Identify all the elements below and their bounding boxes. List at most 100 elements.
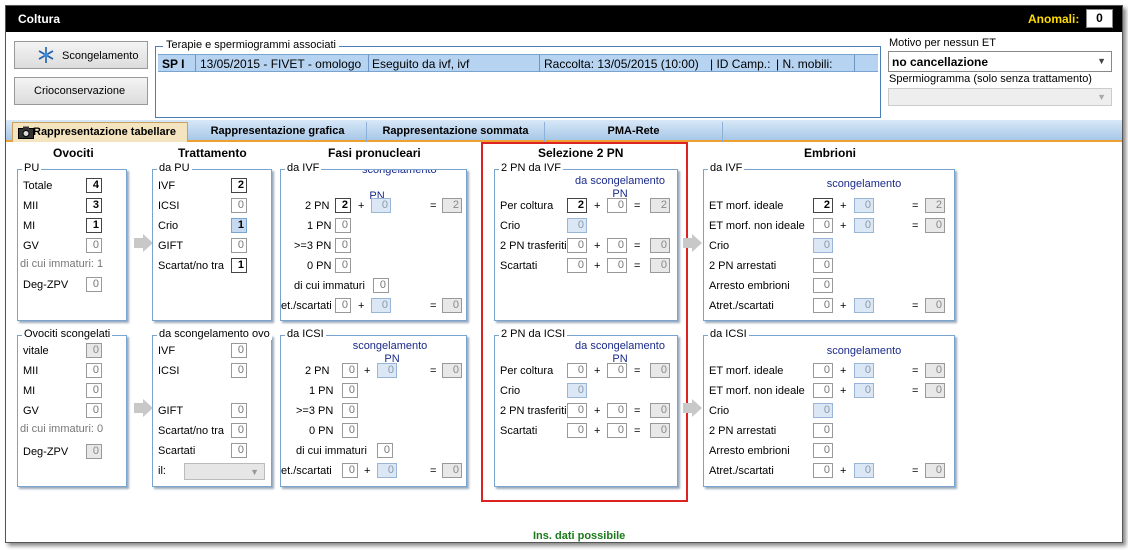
scong-mi-field[interactable]: 0 — [86, 383, 102, 398]
sel-icsi-scartati-b[interactable]: 0 — [607, 423, 627, 438]
fasi-ivf-atret-c[interactable]: 0 — [442, 298, 462, 313]
tab-sommata[interactable]: Rappresentazione sommata — [367, 122, 545, 142]
trsc-gift-field[interactable]: 0 — [231, 403, 247, 418]
fasi-ivf-sub: scongelamento — [362, 169, 437, 176]
scong-mii-field[interactable]: 0 — [86, 363, 102, 378]
pu-totale-field[interactable]: 4 — [86, 178, 102, 193]
emb-ivf-atret-b[interactable]: 0 — [854, 298, 874, 313]
fasi-ivf-3pn-a[interactable]: 0 — [335, 238, 351, 253]
emb-ivf-ideale-a[interactable]: 2 — [813, 198, 833, 213]
emb-icsi-atret-a[interactable]: 0 — [813, 463, 833, 478]
fasi-icsi-2pn-a[interactable]: 0 — [342, 363, 358, 378]
emb-icsi-ideale-b[interactable]: 0 — [854, 363, 874, 378]
trsc-scartat-field[interactable]: 0 — [231, 423, 247, 438]
motivo-select[interactable]: no cancellazione ▼ — [888, 51, 1112, 72]
fasi-icsi-0pn-a[interactable]: 0 — [342, 423, 358, 438]
sel-icsi-crio-a[interactable]: 0 — [567, 383, 587, 398]
sel-ivf-trasf-a[interactable]: 0 — [567, 238, 587, 253]
trsc-icsi-field[interactable]: 0 — [231, 363, 247, 378]
tr-icsi-field[interactable]: 0 — [231, 198, 247, 213]
trsc-il-select[interactable]: ▼ — [184, 463, 265, 480]
fasi-icsi-1pn-a[interactable]: 0 — [342, 383, 358, 398]
pu-deg-field[interactable]: 0 — [86, 277, 102, 292]
sel-ivf-crio-a[interactable]: 0 — [567, 218, 587, 233]
fasi-icsi-2pn-b[interactable]: 0 — [377, 363, 397, 378]
sel-icsi-trasf-a[interactable]: 0 — [567, 403, 587, 418]
emb-ivf-crio-a[interactable]: 0 — [813, 238, 833, 253]
sel-ivf-trasf-c[interactable]: 0 — [650, 238, 670, 253]
scong-vitale-field[interactable]: 0 — [86, 343, 102, 358]
emb-ivf-atret-c[interactable]: 0 — [925, 298, 945, 313]
trsc-ivf-field[interactable]: 0 — [231, 343, 247, 358]
pu-deg-label: Deg-ZPV — [23, 279, 69, 291]
sel-ivf-scartati-b[interactable]: 0 — [607, 258, 627, 273]
tr-scartat-field[interactable]: 1 — [231, 258, 247, 273]
sel-icsi-coltura-a[interactable]: 0 — [567, 363, 587, 378]
fasi-icsi-2pn-c[interactable]: 0 — [442, 363, 462, 378]
fasi-ivf-immaturi-field[interactable]: 0 — [373, 278, 389, 293]
scong-gv-field[interactable]: 0 — [86, 403, 102, 418]
tr-ivf-field[interactable]: 2 — [231, 178, 247, 193]
emb-ivf-nonideale-c[interactable]: 0 — [925, 218, 945, 233]
sel-icsi-trasf-b[interactable]: 0 — [607, 403, 627, 418]
pu-mi-field[interactable]: 1 — [86, 218, 102, 233]
emb-ivf-nonideale-b[interactable]: 0 — [854, 218, 874, 233]
emb-ivf-ideale-c[interactable]: 2 — [925, 198, 945, 213]
emb-icsi-ideale-a[interactable]: 0 — [813, 363, 833, 378]
sel-ivf-coltura-a[interactable]: 2 — [567, 198, 587, 213]
pu-gv-field[interactable]: 0 — [86, 238, 102, 253]
fasi-icsi-atret-c[interactable]: 0 — [442, 463, 462, 478]
fasi-icsi-3pn-label: >=3 PN — [296, 405, 334, 417]
fasi-ivf-2pn-a[interactable]: 2 — [335, 198, 351, 213]
sel-icsi-coltura-b[interactable]: 0 — [607, 363, 627, 378]
emb-ivf-arrestati-a[interactable]: 0 — [813, 258, 833, 273]
tab-grafica[interactable]: Rappresentazione grafica — [189, 122, 367, 142]
emb-ivf-atret-a[interactable]: 0 — [813, 298, 833, 313]
trsc-scartati-field[interactable]: 0 — [231, 443, 247, 458]
equals-sign: = — [912, 220, 919, 232]
emb-icsi-nonideale-b[interactable]: 0 — [854, 383, 874, 398]
pu-immaturi: di cui immaturi: 1 — [20, 258, 104, 270]
fasi-ivf-2pn-b[interactable]: 0 — [371, 198, 391, 213]
emb-icsi-atret-c[interactable]: 0 — [925, 463, 945, 478]
sel-ivf-trasf-b[interactable]: 0 — [607, 238, 627, 253]
sel-ivf-scartati-a[interactable]: 0 — [567, 258, 587, 273]
emb-ivf-arresto-a[interactable]: 0 — [813, 278, 833, 293]
sel-icsi-scartati-a[interactable]: 0 — [567, 423, 587, 438]
emb-icsi-crio-a[interactable]: 0 — [813, 403, 833, 418]
sel-ivf-scartati-c[interactable]: 0 — [650, 258, 670, 273]
sel-ivf-coltura-b[interactable]: 0 — [607, 198, 627, 213]
sel-icsi-trasf-c[interactable]: 0 — [650, 403, 670, 418]
fasi-icsi-atret-b[interactable]: 0 — [377, 463, 397, 478]
scongelamento-button[interactable]: Scongelamento — [14, 41, 148, 69]
emb-icsi-atret-b[interactable]: 0 — [854, 463, 874, 478]
tr-crio-field[interactable]: 1 — [231, 218, 247, 233]
scong-deg-field[interactable]: 0 — [86, 444, 102, 459]
tab-tabellare[interactable]: Rappresentazione tabellare — [12, 122, 188, 142]
emb-icsi-arresto-a[interactable]: 0 — [813, 443, 833, 458]
pu-mii-field[interactable]: 3 — [86, 198, 102, 213]
emb-ivf-nonideale-a[interactable]: 0 — [813, 218, 833, 233]
sel-icsi-scartati-c[interactable]: 0 — [650, 423, 670, 438]
tr-gift-field[interactable]: 0 — [231, 238, 247, 253]
crioconservazione-button[interactable]: Crioconservazione — [14, 77, 148, 105]
sel-icsi-coltura-c[interactable]: 0 — [650, 363, 670, 378]
spermiogramma-select[interactable]: ▼ — [888, 88, 1112, 106]
fasi-ivf-atret-b[interactable]: 0 — [371, 298, 391, 313]
emb-icsi-ideale-c[interactable]: 0 — [925, 363, 945, 378]
fasi-ivf-1pn-a[interactable]: 0 — [335, 218, 351, 233]
anomali-value[interactable]: 0 — [1086, 9, 1113, 28]
associati-row[interactable]: SP I 13/05/2015 - FIVET - omologo Esegui… — [158, 54, 878, 72]
emb-icsi-arrestati-a[interactable]: 0 — [813, 423, 833, 438]
emb-icsi-nonideale-c[interactable]: 0 — [925, 383, 945, 398]
fasi-ivf-0pn-a[interactable]: 0 — [335, 258, 351, 273]
emb-ivf-ideale-b[interactable]: 0 — [854, 198, 874, 213]
sel-ivf-coltura-c[interactable]: 2 — [650, 198, 670, 213]
emb-icsi-nonideale-a[interactable]: 0 — [813, 383, 833, 398]
fasi-icsi-3pn-a[interactable]: 0 — [342, 403, 358, 418]
fasi-ivf-atret-a[interactable]: 0 — [335, 298, 351, 313]
fasi-icsi-atret-a[interactable]: 0 — [342, 463, 358, 478]
fasi-icsi-immaturi-field[interactable]: 0 — [377, 443, 393, 458]
fasi-ivf-2pn-c[interactable]: 2 — [442, 198, 462, 213]
tab-pma-rete[interactable]: PMA-Rete — [545, 122, 723, 142]
